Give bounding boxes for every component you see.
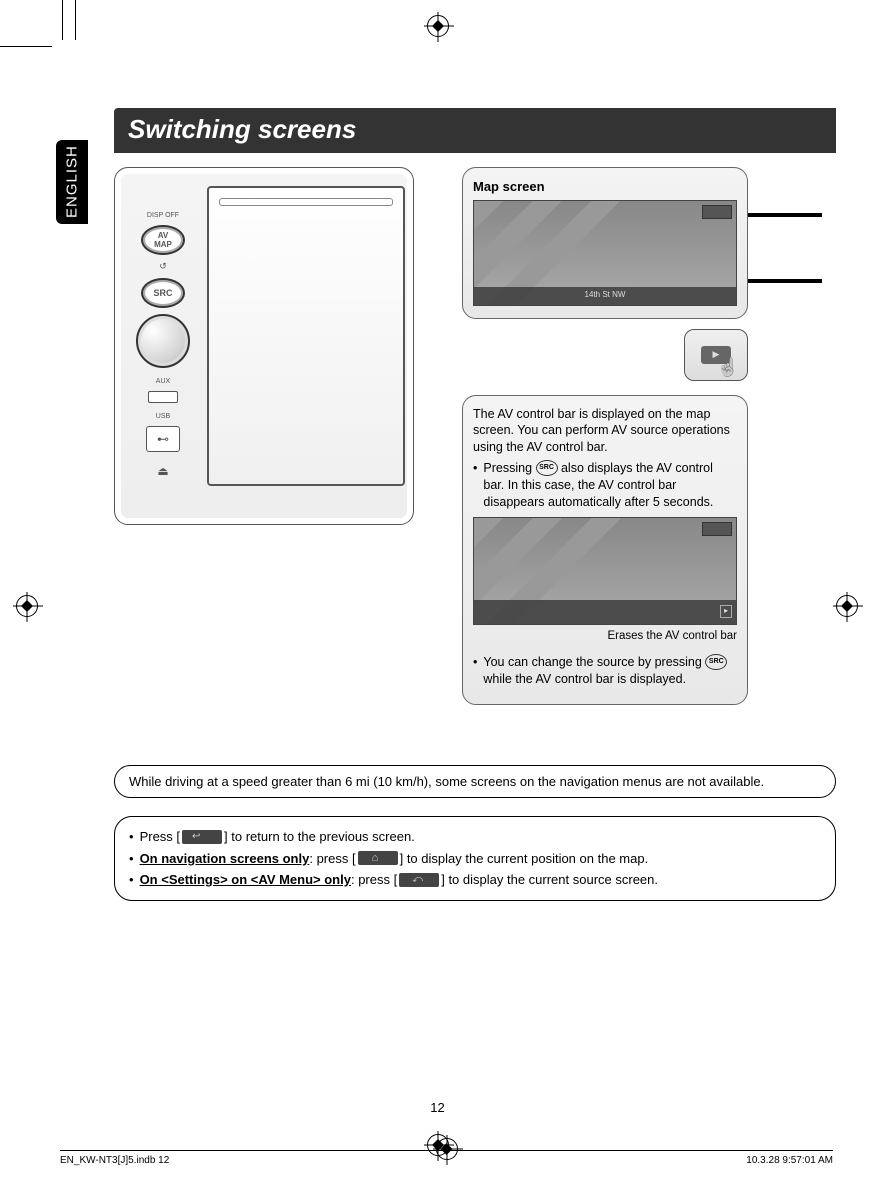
- text: ] to return to the previous screen.: [224, 829, 415, 844]
- text: ] to display the current source screen.: [441, 872, 658, 887]
- registration-mark-icon: [427, 15, 449, 37]
- speed-warning-callout: While driving at a speed greater than 6 …: [114, 765, 836, 798]
- map-screen-title: Map screen: [473, 178, 737, 196]
- volume-knob: [136, 314, 190, 368]
- src-button: SRC: [141, 278, 185, 308]
- tip-2: On navigation screens only: press [ ] to …: [140, 849, 649, 869]
- text: Press [: [140, 829, 180, 844]
- clock-icon: [702, 522, 732, 536]
- map-screenshot: 14th St NW: [473, 200, 737, 306]
- return-icon: ↺: [159, 261, 167, 272]
- src-icon: SRC: [536, 460, 558, 476]
- registration-mark-icon: [836, 595, 858, 617]
- return-key-icon: [182, 830, 222, 844]
- disp-off-label: DISP OFF: [147, 212, 179, 219]
- bullet-icon: •: [473, 654, 477, 688]
- speed-warning-text: While driving at a speed greater than 6 …: [129, 774, 764, 789]
- crop-mark: [0, 46, 52, 47]
- bullet-icon: •: [129, 849, 134, 869]
- av-control-bar: ▸: [474, 600, 736, 624]
- clock-icon: [702, 205, 732, 219]
- home-key-icon: [358, 851, 398, 865]
- eject-icon: ⏏: [157, 464, 168, 478]
- text: Pressing: [483, 461, 535, 475]
- footer-datetime: 10.3.28 9:57:01 AM: [746, 1155, 833, 1166]
- text: : press [: [309, 851, 355, 866]
- tip-3: On <Settings> on <AV Menu> only: press […: [140, 870, 658, 890]
- tip-1: Press [ ] to return to the previous scree…: [140, 827, 415, 847]
- print-footer: EN_KW-NT3[J]5.indb 12 10.3.28 9:57:01 AM: [60, 1150, 833, 1166]
- bullet-icon: •: [129, 827, 134, 847]
- bullet-icon: •: [473, 460, 477, 511]
- text: while the AV control bar is displayed.: [483, 672, 686, 686]
- pointing-hand-icon: ☝: [717, 357, 739, 378]
- av-label: AV: [158, 231, 169, 240]
- av-map-button: AV MAP: [141, 225, 185, 255]
- text: : press [: [351, 872, 397, 887]
- map-with-av-bar: ▸: [473, 517, 737, 625]
- src-icon: SRC: [705, 654, 727, 670]
- usb-label: USB: [156, 413, 170, 420]
- registration-mark-icon: [16, 595, 38, 617]
- arrow-icon: [748, 279, 822, 283]
- page-number: 12: [0, 1100, 875, 1115]
- language-tab: ENGLISH: [56, 140, 88, 224]
- aux-port: [148, 391, 178, 403]
- text: ] to display the current position on the…: [400, 851, 649, 866]
- crop-mark: [62, 0, 63, 40]
- av-bullet-1: Pressing SRC also displays the AV contro…: [483, 460, 737, 511]
- device-illustration: DISP OFF AV MAP ↺ SRC AUX USB ⊷ ⏏: [114, 167, 414, 525]
- av-intro-text: The AV control bar is displayed on the m…: [473, 406, 737, 457]
- touch-icon-callout: ▶ ☝: [684, 329, 748, 381]
- map-label: MAP: [154, 240, 172, 249]
- navigation-tips-callout: • Press [ ] to return to the previous scr…: [114, 816, 836, 901]
- text: You can change the source by pressing: [483, 655, 705, 669]
- erase-caption: Erases the AV control bar: [473, 629, 737, 645]
- text: On navigation screens only: [140, 851, 310, 866]
- usb-port: ⊷: [146, 426, 180, 452]
- av-control-panel: The AV control bar is displayed on the m…: [462, 395, 748, 706]
- section-title: Switching screens: [114, 108, 836, 153]
- text: On <Settings> on <AV Menu> only: [140, 872, 351, 887]
- crop-mark: [75, 0, 76, 40]
- map-screen-panel: Map screen 14th St NW: [462, 167, 748, 319]
- registration-mark-icon: [436, 1138, 458, 1160]
- footer-file: EN_KW-NT3[J]5.indb 12: [60, 1155, 169, 1166]
- device-screen: [207, 186, 405, 486]
- bullet-icon: •: [129, 870, 134, 890]
- map-street-label: 14th St NW: [474, 287, 736, 305]
- av-bullet-2: You can change the source by pressing SR…: [483, 654, 737, 688]
- close-av-bar-icon: ▸: [720, 605, 732, 618]
- arrow-icon: [748, 213, 822, 217]
- back-key-icon: [399, 873, 439, 887]
- aux-label: AUX: [156, 378, 170, 385]
